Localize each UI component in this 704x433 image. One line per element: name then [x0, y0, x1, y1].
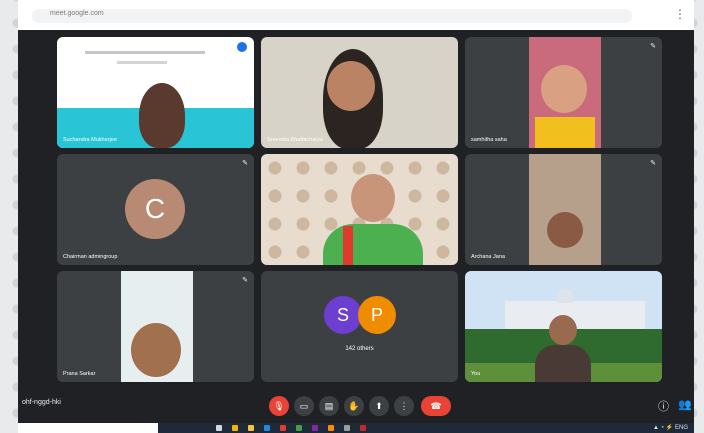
- participant-video: [343, 226, 353, 265]
- participant-video: [323, 224, 423, 265]
- app-icon[interactable]: [296, 425, 302, 431]
- self-tile[interactable]: You: [465, 271, 662, 382]
- meeting-area: Suchandra Mukherjee Sreemita Bhattachary…: [18, 30, 694, 428]
- mic-off-button[interactable]: 🎙: [269, 396, 289, 416]
- people-icon[interactable]: 👥: [678, 398, 692, 411]
- participant-name: Sreemita Bhattacharya: [267, 137, 323, 143]
- taskbar-search-box[interactable]: [18, 423, 158, 433]
- participant-video: [139, 83, 185, 148]
- participant-video: [535, 117, 595, 148]
- slide-text: [117, 61, 167, 64]
- file-explorer-icon[interactable]: [248, 425, 254, 431]
- address-bar[interactable]: meet.google.com: [32, 9, 632, 23]
- participant-name: Prana Sarkar: [63, 371, 96, 377]
- mic-off-icon: ✎: [446, 160, 452, 167]
- participant-tile[interactable]: Sreemita Bhattacharya: [261, 37, 458, 148]
- participant-video: [535, 345, 591, 382]
- participant-tile[interactable]: C ✎ Chairman admingroup: [57, 154, 254, 265]
- browser-toolbar: meet.google.com ⋮: [18, 0, 694, 31]
- address-text: meet.google.com: [50, 10, 104, 17]
- mic-off-icon: ✎: [650, 43, 656, 50]
- participant-tile[interactable]: ✎ Prana Sarkar: [57, 271, 254, 382]
- app-icon[interactable]: [344, 425, 350, 431]
- mic-off-icon: ✎: [242, 160, 248, 167]
- participant-tile[interactable]: ✎: [261, 154, 458, 265]
- participant-tile[interactable]: ✎ Archana Jana: [465, 154, 662, 265]
- slide-text: [85, 51, 205, 54]
- participant-video: [549, 315, 577, 345]
- captions-button[interactable]: ▤: [319, 396, 339, 416]
- edge-icon[interactable]: [264, 425, 270, 431]
- avatar: S: [324, 296, 362, 334]
- app-icon[interactable]: [280, 425, 286, 431]
- participant-video: [131, 323, 181, 377]
- task-view-icon[interactable]: [216, 425, 222, 431]
- participant-name: Suchandra Mukherjee: [63, 137, 117, 143]
- system-tray[interactable]: ▲ ◔ ⚡ ENG: [653, 424, 688, 431]
- more-options-button[interactable]: ⋮: [394, 396, 414, 416]
- participant-video: [541, 65, 587, 113]
- app-icon[interactable]: [312, 425, 318, 431]
- others-count: 142 others: [345, 346, 374, 352]
- participant-name: You: [471, 371, 481, 377]
- participant-tile[interactable]: ✎ samhitha saha: [465, 37, 662, 148]
- browser-menu-icon[interactable]: ⋮: [674, 7, 686, 21]
- participant-name: samhitha saha: [471, 137, 507, 143]
- participant-name: Archana Jana: [471, 254, 505, 260]
- participant-name: Chairman admingroup: [63, 254, 118, 260]
- windows-taskbar: ▲ ◔ ⚡ ENG: [18, 423, 694, 433]
- chrome-icon[interactable]: [232, 425, 238, 431]
- mic-off-icon: ✎: [242, 277, 248, 284]
- participant-video: [351, 174, 395, 222]
- present-button[interactable]: ⬆: [369, 396, 389, 416]
- app-icon[interactable]: [328, 425, 334, 431]
- participant-video: [547, 212, 583, 248]
- participant-tile[interactable]: Suchandra Mukherjee: [57, 37, 254, 148]
- avatar: P: [358, 296, 396, 334]
- mic-off-icon: ✎: [650, 160, 656, 167]
- others-tile[interactable]: S P 142 others: [261, 271, 458, 382]
- app-icon[interactable]: [360, 425, 366, 431]
- avatar: C: [125, 179, 185, 239]
- presenting-icon: [237, 42, 247, 52]
- camera-button[interactable]: ▭: [294, 396, 314, 416]
- participant-video: [529, 154, 601, 265]
- background-building: [557, 289, 573, 303]
- participant-video: [327, 61, 375, 111]
- raise-hand-button[interactable]: ✋: [344, 396, 364, 416]
- meeting-code: ohf-nggd-hki: [22, 399, 61, 406]
- end-call-button[interactable]: ☎: [421, 396, 451, 416]
- meeting-controls-bar: ohf-nggd-hki 🎙 ▭ ▤ ✋ ⬆ ⋮ ☎ ⓘ 👥: [18, 384, 694, 428]
- info-icon[interactable]: ⓘ: [658, 398, 669, 414]
